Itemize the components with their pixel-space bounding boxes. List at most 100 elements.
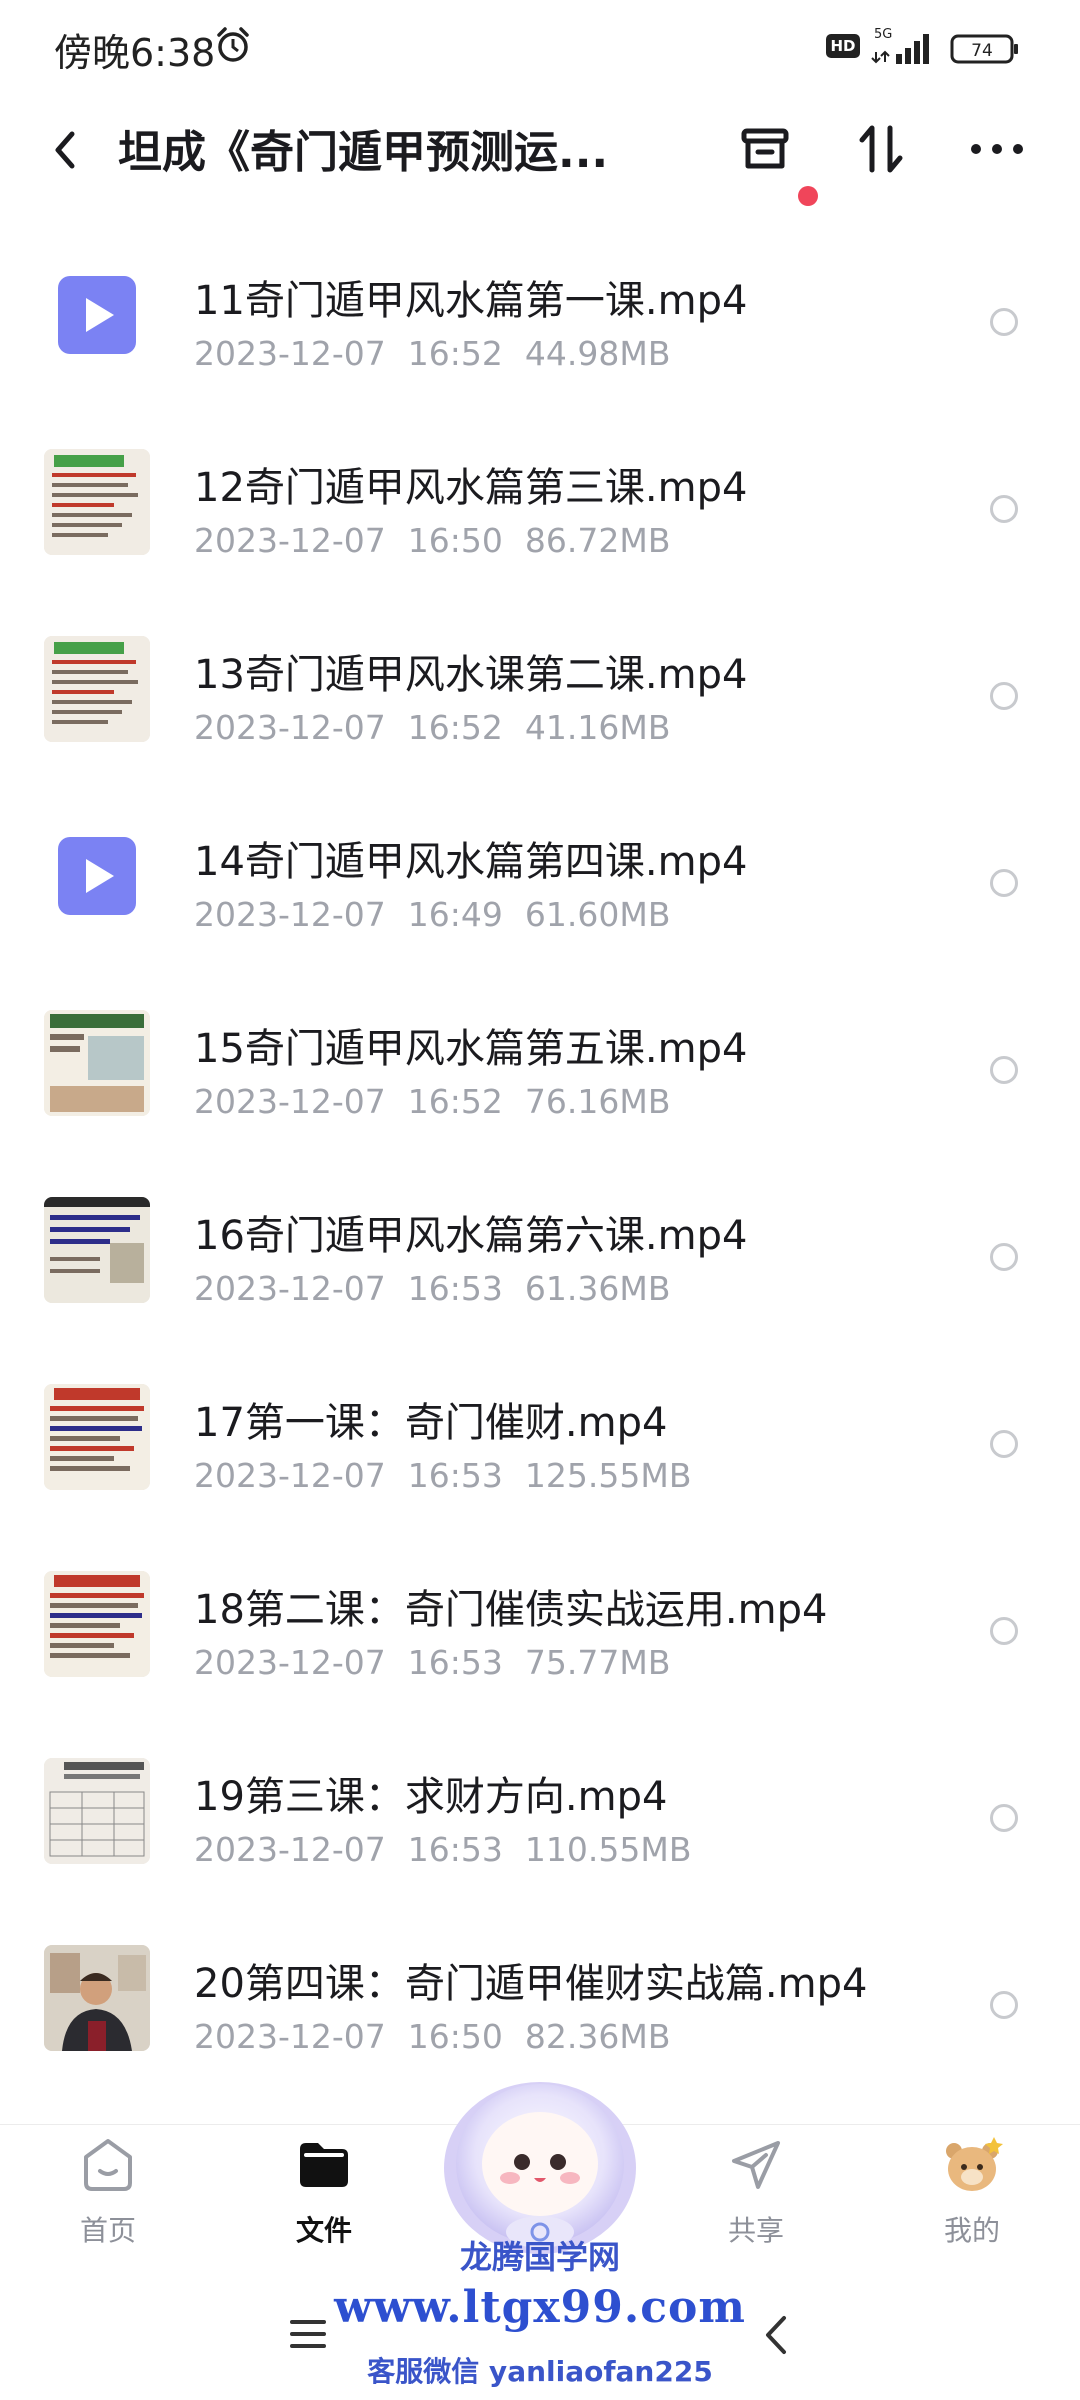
file-name: 19第三课：求财方向.mp4 (194, 1774, 668, 1820)
file-size: 82.36MB (524, 2017, 671, 2056)
file-meta: 2023-12-07 16:52 44.98MB (194, 334, 670, 373)
file-size: 61.60MB (524, 895, 671, 934)
file-name: 12奇门遁甲风水篇第三课.mp4 (194, 465, 748, 511)
file-name: 17第一课：奇门催财.mp4 (194, 1400, 668, 1446)
watermark-url: www.ltgx99.com (334, 2282, 746, 2333)
video-file-icon (44, 823, 150, 929)
back-arrow-icon[interactable] (46, 120, 80, 180)
file-time: 16:50 (407, 521, 503, 560)
file-time: 16:52 (407, 1082, 503, 1121)
video-thumbnail (44, 1197, 150, 1303)
file-size: 44.98MB (524, 334, 671, 373)
file-time: 16:49 (407, 895, 503, 934)
select-radio[interactable] (990, 1991, 1018, 2019)
file-time: 16:53 (407, 1456, 503, 1495)
sort-icon[interactable] (846, 114, 916, 184)
file-date: 2023-12-07 (194, 334, 386, 373)
select-radio[interactable] (990, 1430, 1018, 1458)
select-radio[interactable] (990, 869, 1018, 897)
select-radio[interactable] (990, 1617, 1018, 1645)
file-row[interactable]: 17第一课：奇门催财.mp4 2023-12-07 16:53 125.55MB (0, 1352, 1080, 1539)
file-meta: 2023-12-07 16:53 125.55MB (194, 1456, 691, 1495)
file-date: 2023-12-07 (194, 1082, 386, 1121)
file-size: 86.72MB (524, 521, 671, 560)
file-row[interactable]: 14奇门遁甲风水篇第四课.mp4 2023-12-07 16:49 61.60MB (0, 791, 1080, 978)
mascot-image (444, 2082, 636, 2254)
file-row[interactable]: 11奇门遁甲风水篇第一课.mp4 2023-12-07 16:52 44.98MB (0, 230, 1080, 417)
select-radio[interactable] (990, 1243, 1018, 1271)
file-name: 20第四课：奇门遁甲催财实战篇.mp4 (194, 1961, 868, 2007)
bear-avatar-icon (946, 2137, 1003, 2191)
file-size: 76.16MB (524, 1082, 671, 1121)
file-time: 16:52 (407, 708, 503, 747)
more-icon[interactable] (962, 114, 1032, 184)
status-time: 傍晚6:38 (54, 31, 216, 75)
file-row[interactable]: 12奇门遁甲风水篇第三课.mp4 2023-12-07 16:50 86.72MB (0, 417, 1080, 604)
file-date: 2023-12-07 (194, 521, 386, 560)
select-radio[interactable] (990, 308, 1018, 336)
file-size: 41.16MB (524, 708, 671, 747)
battery-level: 74 (971, 41, 993, 61)
file-date: 2023-12-07 (194, 1643, 386, 1682)
app-header: 坦成《奇门遁甲预测运... (0, 96, 1080, 212)
file-size: 61.36MB (524, 1269, 671, 1308)
signal-icon: 5G (871, 27, 929, 64)
select-radio[interactable] (990, 495, 1018, 523)
file-date: 2023-12-07 (194, 1456, 386, 1495)
video-thumbnail (44, 636, 150, 742)
file-meta: 2023-12-07 16:52 41.16MB (194, 708, 670, 747)
file-row[interactable]: 19第三课：求财方向.mp4 2023-12-07 16:53 110.55MB (0, 1726, 1080, 1913)
select-radio[interactable] (990, 1804, 1018, 1832)
file-row[interactable]: 13奇门遁甲风水课第二课.mp4 2023-12-07 16:52 41.16MB (0, 604, 1080, 791)
file-date: 2023-12-07 (194, 895, 386, 934)
file-meta: 2023-12-07 16:49 61.60MB (194, 895, 670, 934)
notification-dot (798, 186, 818, 206)
folder-icon (300, 2143, 348, 2187)
watermark-contact: 客服微信 yanliaofan225 (367, 2355, 713, 2388)
file-size: 75.77MB (524, 1643, 671, 1682)
file-name: 16奇门遁甲风水篇第六课.mp4 (194, 1213, 748, 1259)
file-time: 16:52 (407, 334, 503, 373)
video-thumbnail (44, 1010, 150, 1116)
alarm-icon (217, 27, 249, 62)
hd-badge: HD (826, 34, 860, 58)
home-icon (84, 2139, 132, 2191)
file-name: 14奇门遁甲风水篇第四课.mp4 (194, 839, 748, 885)
file-size: 110.55MB (524, 1830, 692, 1869)
file-date: 2023-12-07 (194, 1830, 386, 1869)
file-time: 16:53 (407, 1269, 503, 1308)
file-meta: 2023-12-07 16:53 75.77MB (194, 1643, 670, 1682)
file-date: 2023-12-07 (194, 708, 386, 747)
video-thumbnail (44, 1758, 150, 1864)
file-name: 18第二课：奇门催债实战运用.mp4 (194, 1587, 828, 1633)
file-meta: 2023-12-07 16:53 110.55MB (194, 1830, 691, 1869)
select-radio[interactable] (990, 1056, 1018, 1084)
file-time: 16:53 (407, 1830, 503, 1869)
watermark-name: 龙腾国学网 (459, 2238, 620, 2276)
status-bar: 傍晚6:38 HD 5G 74 (0, 0, 1080, 96)
file-name: 13奇门遁甲风水课第二课.mp4 (194, 652, 748, 698)
file-meta: 2023-12-07 16:50 86.72MB (194, 521, 670, 560)
file-name: 11奇门遁甲风水篇第一课.mp4 (194, 278, 748, 324)
file-time: 16:50 (407, 2017, 503, 2056)
file-row[interactable]: 15奇门遁甲风水篇第五课.mp4 2023-12-07 16:52 76.16MB (0, 978, 1080, 1165)
share-icon (732, 2141, 780, 2189)
file-meta: 2023-12-07 16:52 76.16MB (194, 1082, 670, 1121)
file-date: 2023-12-07 (194, 1269, 386, 1308)
file-size: 125.55MB (524, 1456, 692, 1495)
video-thumbnail (44, 1384, 150, 1490)
network-label: 5G (874, 27, 892, 42)
page-title: 坦成《奇门遁甲预测运... (118, 127, 609, 178)
battery-icon: 74 (950, 34, 1018, 64)
archive-icon[interactable] (730, 114, 800, 184)
file-time: 16:53 (407, 1643, 503, 1682)
select-radio[interactable] (990, 682, 1018, 710)
file-name: 15奇门遁甲风水篇第五课.mp4 (194, 1026, 748, 1072)
file-meta: 2023-12-07 16:53 61.36MB (194, 1269, 670, 1308)
video-thumbnail (44, 1571, 150, 1677)
video-thumbnail (44, 1945, 150, 2051)
file-meta: 2023-12-07 16:50 82.36MB (194, 2017, 670, 2056)
file-row[interactable]: 16奇门遁甲风水篇第六课.mp4 2023-12-07 16:53 61.36MB (0, 1165, 1080, 1352)
video-thumbnail (44, 449, 150, 555)
file-row[interactable]: 18第二课：奇门催债实战运用.mp4 2023-12-07 16:53 75.77MB (0, 1539, 1080, 1726)
